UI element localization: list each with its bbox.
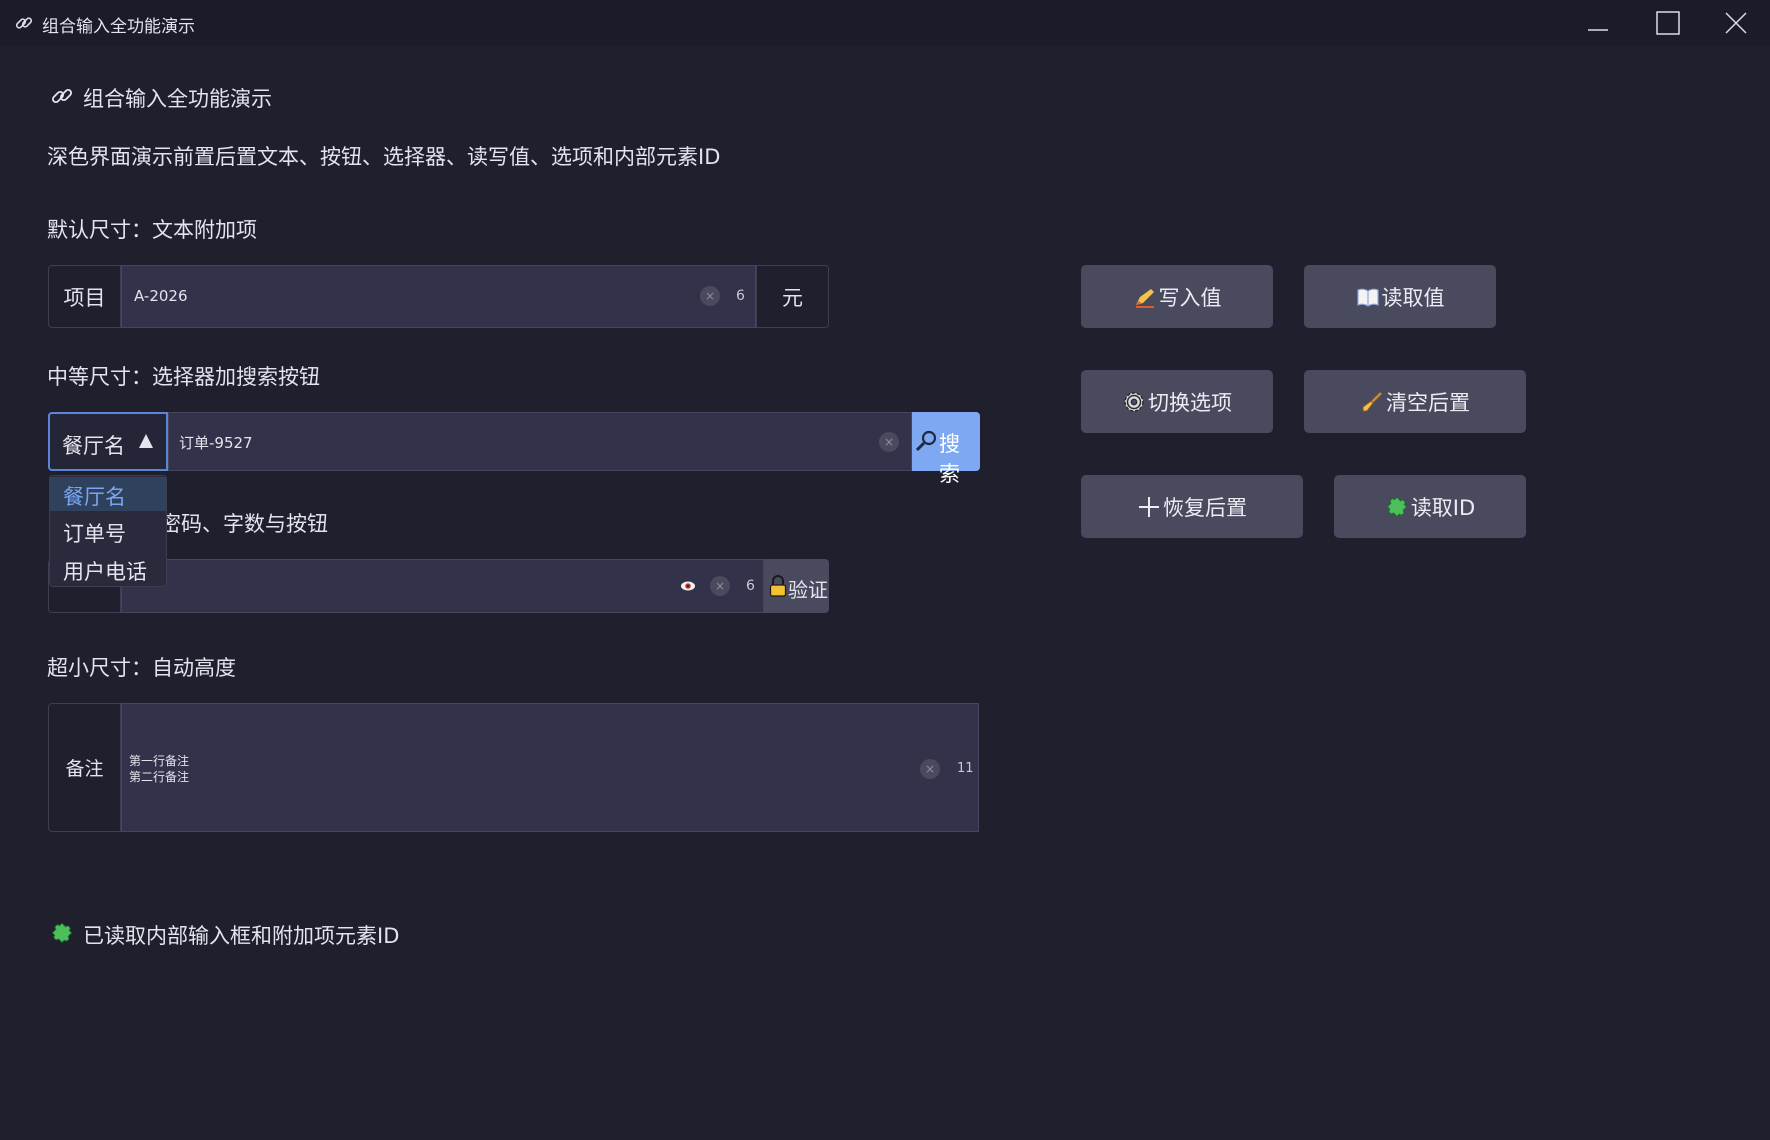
close-button[interactable] <box>1702 0 1770 46</box>
order-input-value: 订单-9527 <box>179 434 253 452</box>
search-button[interactable]: 搜索 <box>912 412 980 486</box>
read-id-button[interactable]: 读取ID <box>1334 475 1526 538</box>
puzzle-icon <box>51 922 73 944</box>
char-count: 6 <box>746 578 755 594</box>
status-message: 已读取内部输入框和附加项元素ID <box>83 924 400 948</box>
section-label-medium: 中等尺寸：选择器加搜索按钮 <box>47 365 320 389</box>
prefix-addon: 项目 <box>48 265 121 328</box>
notes-line-1: 第一行备注 <box>129 754 190 768</box>
restore-suffix-button[interactable]: 恢复后置 <box>1081 475 1303 538</box>
maximize-icon <box>1656 11 1680 35</box>
link-icon <box>15 17 33 29</box>
prefix-select[interactable]: 餐厅名 <box>48 412 168 471</box>
clear-icon[interactable]: × <box>700 286 720 306</box>
section-label-mini: 超小尺寸：自动高度 <box>47 656 236 680</box>
section-label-default: 默认尺寸：文本附加项 <box>47 218 257 242</box>
writing-hand-icon <box>1133 285 1157 309</box>
select-value: 餐厅名 <box>62 434 125 458</box>
search-icon <box>915 430 937 452</box>
notes-textarea[interactable]: 第一行备注 第二行备注 × 11 <box>121 703 979 832</box>
char-count: 6 <box>736 288 745 304</box>
section-label-small: 密码、字数与按钮 <box>160 512 328 536</box>
project-input-value: A-2026 <box>134 287 188 305</box>
order-input[interactable]: 订单-9527 × <box>168 412 912 471</box>
read-value-label: 读取值 <box>1381 285 1445 310</box>
link-icon <box>51 88 73 104</box>
project-input[interactable]: A-2026 × 6 <box>121 265 756 328</box>
dropdown-option[interactable]: 用户电话 <box>50 552 166 586</box>
clear-suffix-label: 清空后置 <box>1386 390 1470 415</box>
verify-button-label: 验证 <box>788 578 828 602</box>
password-input[interactable]: × 6 <box>121 559 764 613</box>
dropdown-option[interactable]: 订单号 <box>50 514 166 548</box>
triangle-up-icon <box>139 434 153 448</box>
window-title: 组合输入全功能演示 <box>42 17 195 37</box>
char-count: 11 <box>957 761 974 776</box>
puzzle-icon <box>1385 495 1409 519</box>
toggle-option-label: 切换选项 <box>1148 390 1232 415</box>
read-id-label: 读取ID <box>1410 495 1476 520</box>
search-button-label: 搜索 <box>939 432 960 486</box>
open-book-icon <box>1356 285 1380 309</box>
close-icon <box>1725 12 1747 34</box>
notes-line-2: 第二行备注 <box>129 770 190 784</box>
broom-icon <box>1360 390 1384 414</box>
plus-icon <box>1137 495 1161 519</box>
page-subtitle: 深色界面演示前置后置文本、按钮、选择器、读写值、选项和内部元素ID <box>47 145 721 169</box>
clear-icon[interactable]: × <box>920 759 940 779</box>
clear-icon[interactable]: × <box>879 432 899 452</box>
clear-icon[interactable]: × <box>710 576 730 596</box>
maximize-button[interactable] <box>1634 0 1702 46</box>
write-value-label: 写入值 <box>1158 285 1222 310</box>
suffix-addon: 元 <box>756 265 829 328</box>
verify-button[interactable]: 验证 <box>764 559 829 613</box>
eye-icon[interactable] <box>680 579 696 593</box>
title-bar: 组合输入全功能演示 <box>0 0 1770 46</box>
minimize-button[interactable] <box>1564 0 1632 46</box>
lock-icon <box>769 575 787 597</box>
dropdown-option[interactable]: 餐厅名 <box>50 477 166 511</box>
write-value-button[interactable]: 写入值 <box>1081 265 1273 328</box>
minimize-icon <box>1588 29 1608 31</box>
gear-icon <box>1122 390 1146 414</box>
notes-prefix-addon: 备注 <box>48 703 121 832</box>
select-dropdown: 餐厅名 订单号 用户电话 <box>49 475 167 587</box>
restore-suffix-label: 恢复后置 <box>1163 495 1247 520</box>
app-window: 组合输入全功能演示 组合输入全功能演示 深色界面演示前置后置文本、按钮、选择器、… <box>0 0 1770 1140</box>
toggle-option-button[interactable]: 切换选项 <box>1081 370 1273 433</box>
page-title: 组合输入全功能演示 <box>83 87 272 111</box>
read-value-button[interactable]: 读取值 <box>1304 265 1496 328</box>
clear-suffix-button[interactable]: 清空后置 <box>1304 370 1526 433</box>
